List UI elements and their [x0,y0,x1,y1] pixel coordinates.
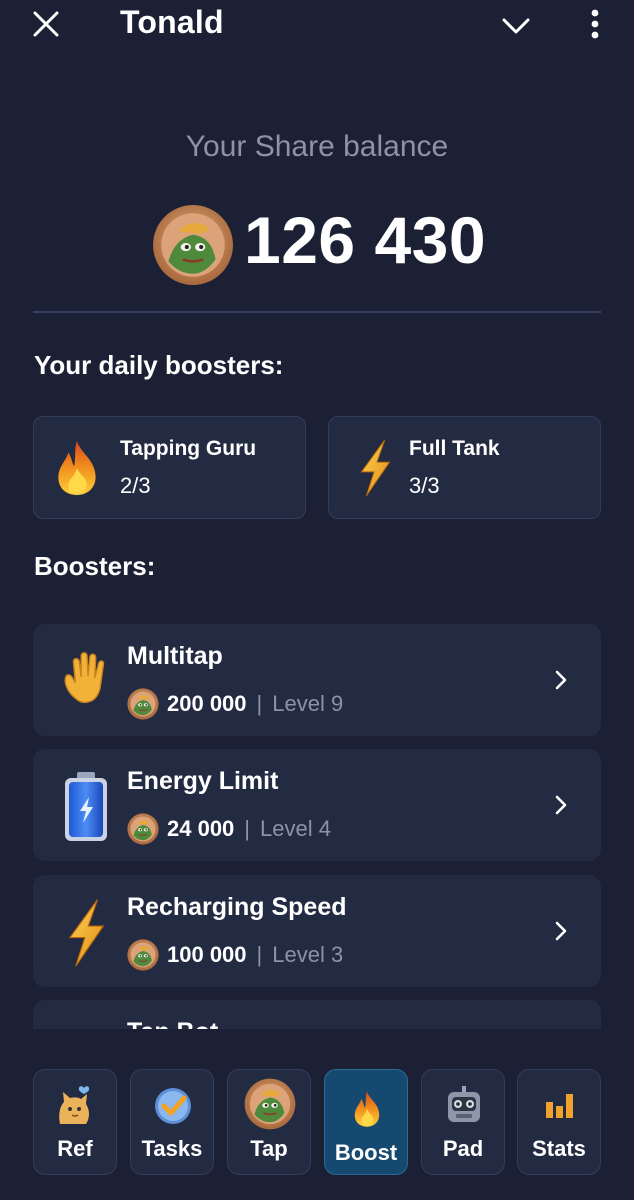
daily-booster-name: Full Tank [409,437,500,460]
cat-icon [59,1086,90,1124]
chevron-down-icon[interactable] [500,12,532,40]
booster-tap-bot[interactable]: Tap Bot [33,1000,601,1029]
chart-icon [546,1094,573,1118]
boosters-title: Boosters: [34,551,156,581]
coin-icon [244,1078,296,1130]
nav-tap[interactable]: Tap [227,1069,311,1175]
divider [33,311,601,313]
fire-icon [351,1090,383,1128]
app-title: Tonald [120,4,224,40]
coin-icon [127,813,159,845]
booster-energy-limit[interactable]: Energy Limit 24 000 | Level 4 [33,749,601,861]
booster-recharging-speed[interactable]: Recharging Speed 100 000 | Level 3 [33,875,601,987]
nav-label: Tasks [141,1136,203,1161]
coin-icon [152,204,234,286]
booster-level: Level 9 [272,691,344,716]
booster-meta: 200 000 | Level 9 [127,688,343,720]
nav-pad[interactable]: Pad [421,1069,505,1175]
lightning-icon [63,897,109,969]
balance-value: 126 430 [244,203,487,277]
lightning-icon [355,439,395,497]
chevron-right-icon [549,919,573,943]
booster-level: Level 4 [260,816,331,841]
nav-stats[interactable]: Stats [517,1069,601,1175]
coin-icon [127,939,159,971]
booster-meta: 100 000 | Level 3 [127,939,343,971]
nav-label: Boost [334,1140,398,1165]
separator: | [256,691,263,716]
booster-name: Multitap [127,642,223,670]
daily-booster-tapping-guru[interactable]: Tapping Guru 2/3 [33,416,306,519]
daily-boosters-title: Your daily boosters: [34,350,284,380]
booster-price: 24 000 [167,816,235,841]
separator: | [244,816,251,841]
coin-icon [127,688,159,720]
daily-booster-count: 3/3 [409,473,440,498]
more-options-icon[interactable] [582,6,608,42]
daily-booster-name: Tapping Guru [120,437,257,460]
fire-icon [52,439,102,497]
booster-name: Recharging Speed [127,893,347,921]
daily-booster-full-tank[interactable]: Full Tank 3/3 [328,416,601,519]
booster-price: 200 000 [167,691,247,716]
booster-multitap[interactable]: Multitap 200 000 | Level 9 [33,624,601,736]
booster-name: Energy Limit [127,767,279,795]
top-bar: Tonald [0,0,634,50]
check-icon [155,1088,191,1124]
boosters-list: Multitap 200 000 | Level 9 Energy Limit … [33,624,601,1029]
nav-label: Tap [250,1136,288,1161]
chevron-right-icon [549,793,573,817]
booster-level: Level 3 [272,942,344,967]
bottom-nav: Ref Tasks Tap Boost Pad Stats [0,1030,634,1200]
balance-label: Your Share balance [185,130,449,163]
battery-icon [63,771,109,843]
booster-price: 100 000 [167,942,247,967]
nav-boost[interactable]: Boost [324,1069,408,1175]
nav-label: Ref [57,1136,93,1161]
nav-label: Stats [532,1136,586,1161]
separator: | [256,942,263,967]
robot-icon [448,1086,480,1122]
booster-meta: 24 000 | Level 4 [127,813,331,845]
booster-name: Tap Bot [127,1018,218,1029]
nav-ref[interactable]: Ref [33,1069,117,1175]
close-icon[interactable] [30,8,62,40]
nav-tasks[interactable]: Tasks [130,1069,214,1175]
waving-hand-icon [57,648,117,706]
nav-label: Pad [442,1136,484,1161]
chevron-right-icon [549,668,573,692]
daily-booster-count: 2/3 [120,473,151,498]
balance-display: 126 430 [150,196,490,284]
